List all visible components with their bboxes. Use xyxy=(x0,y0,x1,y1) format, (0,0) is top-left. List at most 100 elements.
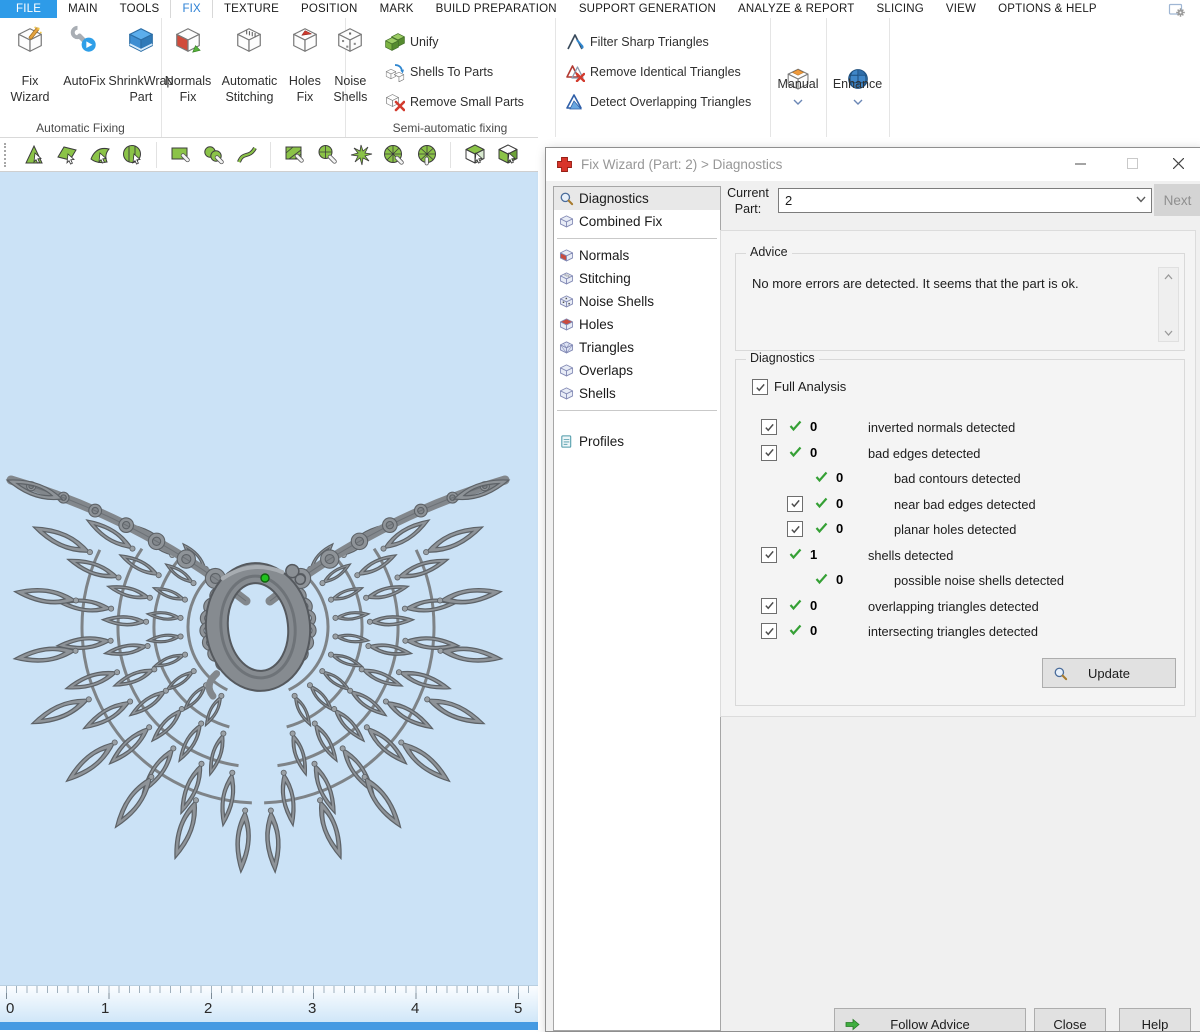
tab-file[interactable]: FILE xyxy=(0,0,57,18)
ribbon-group-manual: Manual xyxy=(770,18,827,137)
select-shells-icon[interactable] xyxy=(121,143,145,167)
tab-options-help[interactable]: OPTIONS & HELP xyxy=(987,0,1108,18)
normals-fix-button[interactable]: Normals Fix xyxy=(163,18,213,106)
chevron-down-icon xyxy=(1136,196,1146,203)
checkbox[interactable] xyxy=(761,598,777,614)
sidebar-item-stitching[interactable]: Stitching xyxy=(554,267,720,290)
sidebar-item-triangles[interactable]: Triangles xyxy=(554,336,720,359)
filter-sharp-triangles-icon xyxy=(565,32,585,52)
green-check-icon xyxy=(789,599,802,611)
fix-wizard-button[interactable]: Fix Wizard xyxy=(3,18,57,106)
sidebar-item-overlaps[interactable]: Overlaps xyxy=(554,359,720,382)
unify-icon xyxy=(385,32,405,52)
scroll-up-icon[interactable] xyxy=(1159,268,1178,285)
sidebar-item-diagnostics[interactable]: Diagnostics xyxy=(554,187,720,210)
rectangle-marking-icon[interactable] xyxy=(169,143,193,167)
close-dialog-button[interactable]: Close xyxy=(1034,1008,1106,1032)
remove-small-parts-label: Remove Small Parts xyxy=(410,95,524,109)
deselect-through-cube-icon[interactable] xyxy=(496,143,520,167)
detect-overlapping-triangles-button[interactable]: Detect Overlapping Triangles xyxy=(565,87,770,117)
holes-fix-icon xyxy=(290,25,320,55)
ring-marking-icon[interactable] xyxy=(415,143,439,167)
checkbox[interactable] xyxy=(761,445,777,461)
sidebar-item-profiles[interactable]: Profiles xyxy=(554,430,720,453)
count: 0 xyxy=(810,623,817,638)
sidebar-item-shells[interactable]: Shells xyxy=(554,382,720,405)
tab-support-generation[interactable]: SUPPORT GENERATION xyxy=(568,0,727,18)
shells-to-parts-button[interactable]: Shells To Parts xyxy=(385,57,555,87)
3d-viewport[interactable] xyxy=(0,172,538,985)
tab-build-preparation[interactable]: BUILD PREPARATION xyxy=(425,0,568,18)
remove-small-parts-icon xyxy=(385,92,405,112)
diagnostic-row-planar-holes: 0 planar holes detected xyxy=(736,518,1184,544)
full-analysis-checkbox[interactable] xyxy=(752,379,768,395)
profiles-document-icon xyxy=(559,434,574,449)
filter-sharp-triangles-button[interactable]: Filter Sharp Triangles xyxy=(565,27,770,57)
manual-dropdown-button[interactable]: Manual xyxy=(770,18,826,137)
tab-main[interactable]: MAIN xyxy=(57,0,109,18)
tab-analyze-report[interactable]: ANALYZE & REPORT xyxy=(727,0,866,18)
unify-button[interactable]: Unify xyxy=(385,27,555,57)
green-check-icon xyxy=(815,497,828,509)
toolbar-separator xyxy=(156,142,157,168)
wizard-sidebar: Diagnostics Combined Fix Normals xyxy=(553,186,721,1031)
green-check-icon xyxy=(789,446,802,458)
freeform-marking-icon[interactable] xyxy=(235,143,259,167)
checkbox[interactable] xyxy=(787,496,803,512)
scroll-down-icon[interactable] xyxy=(1159,324,1178,341)
smart-marking-icon[interactable] xyxy=(349,143,373,167)
select-triangles-icon[interactable] xyxy=(22,143,46,167)
tab-tools[interactable]: TOOLS xyxy=(109,0,171,18)
select-surfaces-icon[interactable] xyxy=(88,143,112,167)
noise-shells-cube-icon xyxy=(559,294,574,309)
sidebar-item-combined-fix[interactable]: Combined Fix xyxy=(554,210,720,233)
sidebar-item-noise-shells[interactable]: Noise Shells xyxy=(554,290,720,313)
tab-view[interactable]: VIEW xyxy=(935,0,987,18)
tab-mark[interactable]: MARK xyxy=(369,0,425,18)
row-label: bad edges detected xyxy=(868,446,980,461)
magnifier-icon xyxy=(559,191,574,206)
sidebar-item-holes[interactable]: Holes xyxy=(554,313,720,336)
minimize-button[interactable] xyxy=(1063,148,1097,178)
tab-fix[interactable]: FIX xyxy=(170,0,213,18)
maximize-button[interactable] xyxy=(1115,148,1149,178)
next-button[interactable]: Next xyxy=(1154,184,1200,216)
holes-cube-icon xyxy=(559,317,574,332)
ellipse-marking-icon[interactable] xyxy=(202,143,226,167)
help-button[interactable]: Help xyxy=(1119,1008,1191,1032)
update-button[interactable]: Update xyxy=(1042,658,1176,688)
follow-advice-button[interactable]: Follow Advice xyxy=(834,1008,1026,1032)
customize-button[interactable] xyxy=(1168,0,1186,18)
tab-texture[interactable]: TEXTURE xyxy=(213,0,290,18)
dialog-title-bar[interactable]: Fix Wizard (Part: 2) > Diagnostics xyxy=(546,148,1200,181)
fill-marking-icon[interactable] xyxy=(382,143,406,167)
select-through-cube-icon[interactable] xyxy=(463,143,487,167)
select-planes-icon[interactable] xyxy=(55,143,79,167)
diagnostic-row-overlapping-triangles: 0 overlapping triangles detected xyxy=(736,595,1184,621)
green-arrow-icon xyxy=(845,1018,860,1031)
checkbox[interactable] xyxy=(761,623,777,639)
diagnostic-row-bad-contours: 0 bad contours detected xyxy=(736,467,1184,493)
current-part-select[interactable]: 2 xyxy=(778,188,1152,213)
remove-small-parts-button[interactable]: Remove Small Parts xyxy=(385,87,555,117)
checkbox[interactable] xyxy=(761,547,777,563)
sidebar-item-label: Shells xyxy=(579,386,616,401)
holes-fix-button[interactable]: Holes Fix xyxy=(286,18,324,106)
row-label: shells detected xyxy=(868,548,953,563)
sidebar-item-normals[interactable]: Normals xyxy=(554,244,720,267)
enhance-dropdown-button[interactable]: Enhance xyxy=(826,18,889,137)
advice-scrollbar[interactable] xyxy=(1158,267,1179,342)
window-marking-icon[interactable] xyxy=(283,143,307,167)
autofix-button[interactable]: AutoFix xyxy=(61,18,107,89)
tab-position[interactable]: POSITION xyxy=(290,0,369,18)
remove-identical-triangles-button[interactable]: Remove Identical Triangles xyxy=(565,57,770,87)
count: 0 xyxy=(836,572,843,587)
automatic-stitching-button[interactable]: Automatic Stitching xyxy=(217,18,281,106)
checkbox[interactable] xyxy=(787,521,803,537)
checkbox[interactable] xyxy=(761,419,777,435)
toolbar-drag-handle[interactable] xyxy=(4,143,9,167)
3d-model-wing-ring[interactable] xyxy=(0,172,538,985)
brush-marking-icon[interactable] xyxy=(316,143,340,167)
tab-slicing[interactable]: SLICING xyxy=(866,0,935,18)
close-button[interactable] xyxy=(1161,148,1195,178)
